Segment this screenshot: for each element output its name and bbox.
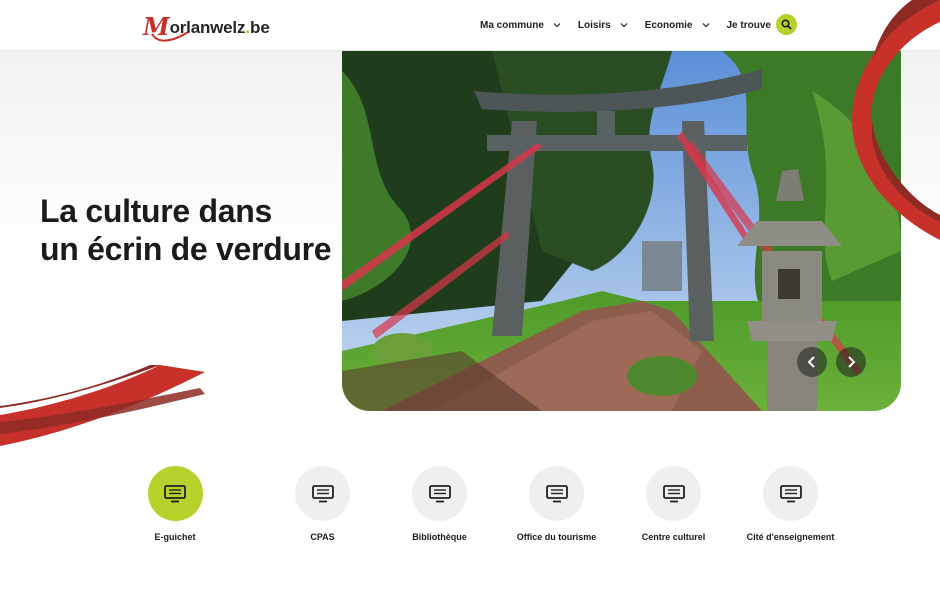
- quicklink-bibliotheque[interactable]: Bibliothèque: [381, 466, 498, 542]
- chevron-down-icon: [620, 23, 628, 28]
- hero-line2-pre: un écrin de: [40, 231, 216, 267]
- chevron-right-icon: [848, 356, 856, 368]
- quicklink-circle: [646, 466, 701, 521]
- site-header: Morlanwelz. be Ma commune Loisirs Economi…: [0, 0, 940, 50]
- quicklink-cite-d-enseignement[interactable]: Cité d'enseignement: [732, 466, 849, 542]
- monitor-icon: [428, 484, 451, 502]
- hero-title: La culture dans un écrin de verdure: [40, 192, 332, 268]
- logo-swoosh: [151, 31, 189, 42]
- nav-label: Je trouve: [726, 19, 771, 31]
- chevron-down-icon: [702, 23, 709, 28]
- quicklink-label: Office du tourisme: [516, 532, 597, 542]
- quicklink-circle: [147, 466, 203, 521]
- search-icon: [781, 19, 792, 30]
- quicklink-label: E-guichet: [154, 532, 196, 542]
- nav-item-ma-commune[interactable]: Ma commune: [480, 20, 561, 31]
- quicklink-circle: [529, 466, 584, 521]
- quicklink-centre-culturel[interactable]: Centre culturel: [615, 466, 732, 542]
- hero-line2-bold: verdure: [216, 231, 332, 267]
- quicklink-label: Bibliothèque: [412, 532, 467, 542]
- main-nav: Ma commune Loisirs Economie Je trouve: [480, 15, 805, 35]
- nav-item-economie[interactable]: Economie: [645, 20, 710, 31]
- monitor-icon: [164, 484, 186, 502]
- nav-label: Economie: [644, 19, 693, 31]
- quicklink-circle: [412, 466, 467, 521]
- logo-tld: be: [249, 18, 270, 37]
- carousel-next-button[interactable]: [836, 347, 866, 377]
- quick-links: E-guichet CPAS Bibliothèque Office du to…: [147, 466, 849, 542]
- nav-label: Loisirs: [577, 19, 611, 31]
- quicklink-circle: [763, 466, 818, 521]
- hero-line1-bold: culture: [85, 193, 190, 229]
- chevron-left-icon: [807, 356, 815, 368]
- nav-label: Ma commune: [480, 19, 544, 31]
- nav-item-loisirs[interactable]: Loisirs: [578, 20, 628, 31]
- monitor-icon: [545, 484, 568, 502]
- monitor-icon: [662, 484, 685, 502]
- chevron-down-icon: [553, 23, 561, 28]
- quicklink-office-du-tourisme[interactable]: Office du tourisme: [498, 466, 615, 542]
- quicklink-circle: [295, 466, 350, 521]
- carousel-prev-button[interactable]: [797, 347, 827, 377]
- monitor-icon: [311, 484, 334, 502]
- hero-line1-pre: La: [40, 193, 86, 229]
- search-button[interactable]: [776, 14, 797, 35]
- decorative-ribbon-right: [852, 0, 940, 240]
- quicklink-label: CPAS: [310, 532, 335, 542]
- quicklink-label: Cité d'enseignement: [746, 532, 835, 542]
- quicklink-cpas[interactable]: CPAS: [264, 466, 381, 542]
- monitor-icon: [779, 484, 802, 502]
- hero-line1-post: dans: [189, 193, 273, 229]
- quicklink-label: Centre culturel: [641, 532, 706, 542]
- decorative-ribbon-left: [0, 365, 205, 446]
- quicklink-e-guichet[interactable]: E-guichet: [147, 466, 203, 542]
